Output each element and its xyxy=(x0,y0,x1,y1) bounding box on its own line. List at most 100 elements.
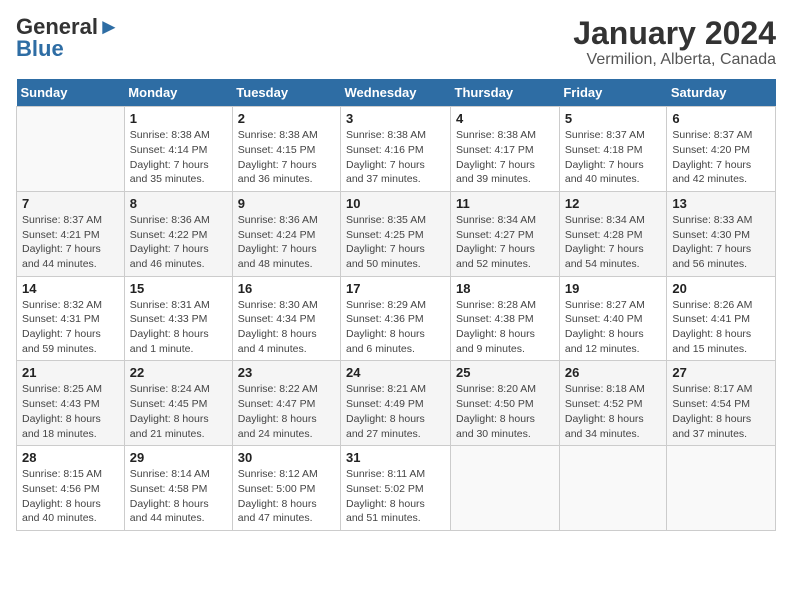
day-info: Sunrise: 8:21 AM Sunset: 4:49 PM Dayligh… xyxy=(346,382,445,441)
title-area: January 2024 Vermilion, Alberta, Canada xyxy=(573,16,776,69)
day-number: 29 xyxy=(130,450,227,465)
calendar-cell: 4Sunrise: 8:38 AM Sunset: 4:17 PM Daylig… xyxy=(451,107,560,192)
header: General► Blue January 2024 Vermilion, Al… xyxy=(16,16,776,69)
day-info: Sunrise: 8:14 AM Sunset: 4:58 PM Dayligh… xyxy=(130,467,227,526)
day-number: 2 xyxy=(238,111,335,126)
day-of-week-monday: Monday xyxy=(124,79,232,107)
day-info: Sunrise: 8:31 AM Sunset: 4:33 PM Dayligh… xyxy=(130,298,227,357)
day-info: Sunrise: 8:18 AM Sunset: 4:52 PM Dayligh… xyxy=(565,382,662,441)
day-number: 25 xyxy=(456,365,554,380)
day-number: 5 xyxy=(565,111,662,126)
calendar-cell xyxy=(559,446,667,531)
day-number: 13 xyxy=(672,196,770,211)
day-number: 6 xyxy=(672,111,770,126)
day-number: 23 xyxy=(238,365,335,380)
calendar-cell: 30 Sunrise: 8:12 AM Sunset: 5:00 PM Dayli… xyxy=(232,446,340,531)
day-number: 31 xyxy=(346,450,445,465)
day-number: 20 xyxy=(672,281,770,296)
day-info: Sunrise: 8:24 AM Sunset: 4:45 PM Dayligh… xyxy=(130,382,227,441)
day-info: Sunrise: 8:20 AM Sunset: 4:50 PM Dayligh… xyxy=(456,382,554,441)
calendar-cell: 31 Sunrise: 8:11 AM Sunset: 5:02 PM Dayli… xyxy=(341,446,451,531)
day-of-week-tuesday: Tuesday xyxy=(232,79,340,107)
calendar-cell xyxy=(17,107,125,192)
day-number: 21 xyxy=(22,365,119,380)
day-info: Sunrise: 8:28 AM Sunset: 4:38 PM Dayligh… xyxy=(456,298,554,357)
day-number: 16 xyxy=(238,281,335,296)
calendar-cell: 2 Sunrise: 8:38 AM Sunset: 4:15 PM Daylig… xyxy=(232,107,340,192)
calendar-cell: 18 Sunrise: 8:28 AM Sunset: 4:38 PM Dayli… xyxy=(451,276,560,361)
day-info: Sunrise: 8:37 AM Sunset: 4:21 PM Dayligh… xyxy=(22,213,119,272)
day-info: Sunrise: 8:33 AM Sunset: 4:30 PM Dayligh… xyxy=(672,213,770,272)
day-number: 8 xyxy=(130,196,227,211)
calendar-cell: 5Sunrise: 8:37 AM Sunset: 4:18 PM Daylig… xyxy=(559,107,667,192)
calendar-cell: 22Sunrise: 8:24 AM Sunset: 4:45 PM Dayli… xyxy=(124,361,232,446)
day-info: Sunrise: 8:37 AM Sunset: 4:20 PM Dayligh… xyxy=(672,128,770,187)
calendar-cell: 28 Sunrise: 8:15 AM Sunset: 4:56 PM Dayli… xyxy=(17,446,125,531)
day-info: Sunrise: 8:25 AM Sunset: 4:43 PM Dayligh… xyxy=(22,382,119,441)
day-info: Sunrise: 8:30 AM Sunset: 4:34 PM Dayligh… xyxy=(238,298,335,357)
logo-text: General► Blue xyxy=(16,16,120,60)
day-info: Sunrise: 8:15 AM Sunset: 4:56 PM Dayligh… xyxy=(22,467,119,526)
day-info: Sunrise: 8:38 AM Sunset: 4:16 PM Dayligh… xyxy=(346,128,445,187)
day-of-week-wednesday: Wednesday xyxy=(341,79,451,107)
calendar-cell: 20 Sunrise: 8:26 AM Sunset: 4:41 PM Dayli… xyxy=(667,276,776,361)
calendar-cell xyxy=(451,446,560,531)
day-info: Sunrise: 8:34 AM Sunset: 4:28 PM Dayligh… xyxy=(565,213,662,272)
day-info: Sunrise: 8:38 AM Sunset: 4:15 PM Dayligh… xyxy=(238,128,335,187)
day-info: Sunrise: 8:38 AM Sunset: 4:17 PM Dayligh… xyxy=(456,128,554,187)
calendar-cell: 13 Sunrise: 8:33 AM Sunset: 4:30 PM Dayli… xyxy=(667,191,776,276)
calendar-cell: 17 Sunrise: 8:29 AM Sunset: 4:36 PM Dayli… xyxy=(341,276,451,361)
day-info: Sunrise: 8:12 AM Sunset: 5:00 PM Dayligh… xyxy=(238,467,335,526)
calendar-cell: 15 Sunrise: 8:31 AM Sunset: 4:33 PM Dayli… xyxy=(124,276,232,361)
day-info: Sunrise: 8:29 AM Sunset: 4:36 PM Dayligh… xyxy=(346,298,445,357)
calendar-cell: 29 Sunrise: 8:14 AM Sunset: 4:58 PM Dayli… xyxy=(124,446,232,531)
calendar-week-row: 28 Sunrise: 8:15 AM Sunset: 4:56 PM Dayli… xyxy=(17,446,776,531)
calendar-cell: 6 Sunrise: 8:37 AM Sunset: 4:20 PM Daylig… xyxy=(667,107,776,192)
calendar-cell: 8 Sunrise: 8:36 AM Sunset: 4:22 PM Daylig… xyxy=(124,191,232,276)
calendar-cell: 12Sunrise: 8:34 AM Sunset: 4:28 PM Dayli… xyxy=(559,191,667,276)
day-info: Sunrise: 8:22 AM Sunset: 4:47 PM Dayligh… xyxy=(238,382,335,441)
day-number: 17 xyxy=(346,281,445,296)
calendar-header-row: SundayMondayTuesdayWednesdayThursdayFrid… xyxy=(17,79,776,107)
day-number: 28 xyxy=(22,450,119,465)
day-number: 14 xyxy=(22,281,119,296)
day-info: Sunrise: 8:35 AM Sunset: 4:25 PM Dayligh… xyxy=(346,213,445,272)
day-number: 18 xyxy=(456,281,554,296)
day-of-week-thursday: Thursday xyxy=(451,79,560,107)
calendar-title: January 2024 xyxy=(573,16,776,51)
calendar-cell: 11Sunrise: 8:34 AM Sunset: 4:27 PM Dayli… xyxy=(451,191,560,276)
calendar-cell: 14 Sunrise: 8:32 AM Sunset: 4:31 PM Dayli… xyxy=(17,276,125,361)
day-of-week-sunday: Sunday xyxy=(17,79,125,107)
day-info: Sunrise: 8:32 AM Sunset: 4:31 PM Dayligh… xyxy=(22,298,119,357)
day-info: Sunrise: 8:26 AM Sunset: 4:41 PM Dayligh… xyxy=(672,298,770,357)
calendar-cell: 21 Sunrise: 8:25 AM Sunset: 4:43 PM Dayli… xyxy=(17,361,125,446)
calendar-cell: 9Sunrise: 8:36 AM Sunset: 4:24 PM Daylig… xyxy=(232,191,340,276)
calendar-week-row: 21 Sunrise: 8:25 AM Sunset: 4:43 PM Dayli… xyxy=(17,361,776,446)
day-info: Sunrise: 8:36 AM Sunset: 4:22 PM Dayligh… xyxy=(130,213,227,272)
calendar-week-row: 14 Sunrise: 8:32 AM Sunset: 4:31 PM Dayli… xyxy=(17,276,776,361)
day-number: 15 xyxy=(130,281,227,296)
day-info: Sunrise: 8:17 AM Sunset: 4:54 PM Dayligh… xyxy=(672,382,770,441)
calendar-cell: 24 Sunrise: 8:21 AM Sunset: 4:49 PM Dayli… xyxy=(341,361,451,446)
day-info: Sunrise: 8:36 AM Sunset: 4:24 PM Dayligh… xyxy=(238,213,335,272)
calendar-cell: 19 Sunrise: 8:27 AM Sunset: 4:40 PM Dayli… xyxy=(559,276,667,361)
day-number: 26 xyxy=(565,365,662,380)
calendar-cell xyxy=(667,446,776,531)
day-of-week-saturday: Saturday xyxy=(667,79,776,107)
day-info: Sunrise: 8:38 AM Sunset: 4:14 PM Dayligh… xyxy=(130,128,227,187)
calendar-cell: 10Sunrise: 8:35 AM Sunset: 4:25 PM Dayli… xyxy=(341,191,451,276)
calendar-cell: 1Sunrise: 8:38 AM Sunset: 4:14 PM Daylig… xyxy=(124,107,232,192)
calendar-table: SundayMondayTuesdayWednesdayThursdayFrid… xyxy=(16,79,776,531)
calendar-cell: 25 Sunrise: 8:20 AM Sunset: 4:50 PM Dayli… xyxy=(451,361,560,446)
day-of-week-friday: Friday xyxy=(559,79,667,107)
day-number: 19 xyxy=(565,281,662,296)
day-info: Sunrise: 8:34 AM Sunset: 4:27 PM Dayligh… xyxy=(456,213,554,272)
logo: General► Blue xyxy=(16,16,120,60)
day-number: 30 xyxy=(238,450,335,465)
calendar-cell: 27Sunrise: 8:17 AM Sunset: 4:54 PM Dayli… xyxy=(667,361,776,446)
day-info: Sunrise: 8:27 AM Sunset: 4:40 PM Dayligh… xyxy=(565,298,662,357)
calendar-week-row: 1Sunrise: 8:38 AM Sunset: 4:14 PM Daylig… xyxy=(17,107,776,192)
calendar-cell: 23 Sunrise: 8:22 AM Sunset: 4:47 PM Dayli… xyxy=(232,361,340,446)
day-info: Sunrise: 8:11 AM Sunset: 5:02 PM Dayligh… xyxy=(346,467,445,526)
day-number: 24 xyxy=(346,365,445,380)
